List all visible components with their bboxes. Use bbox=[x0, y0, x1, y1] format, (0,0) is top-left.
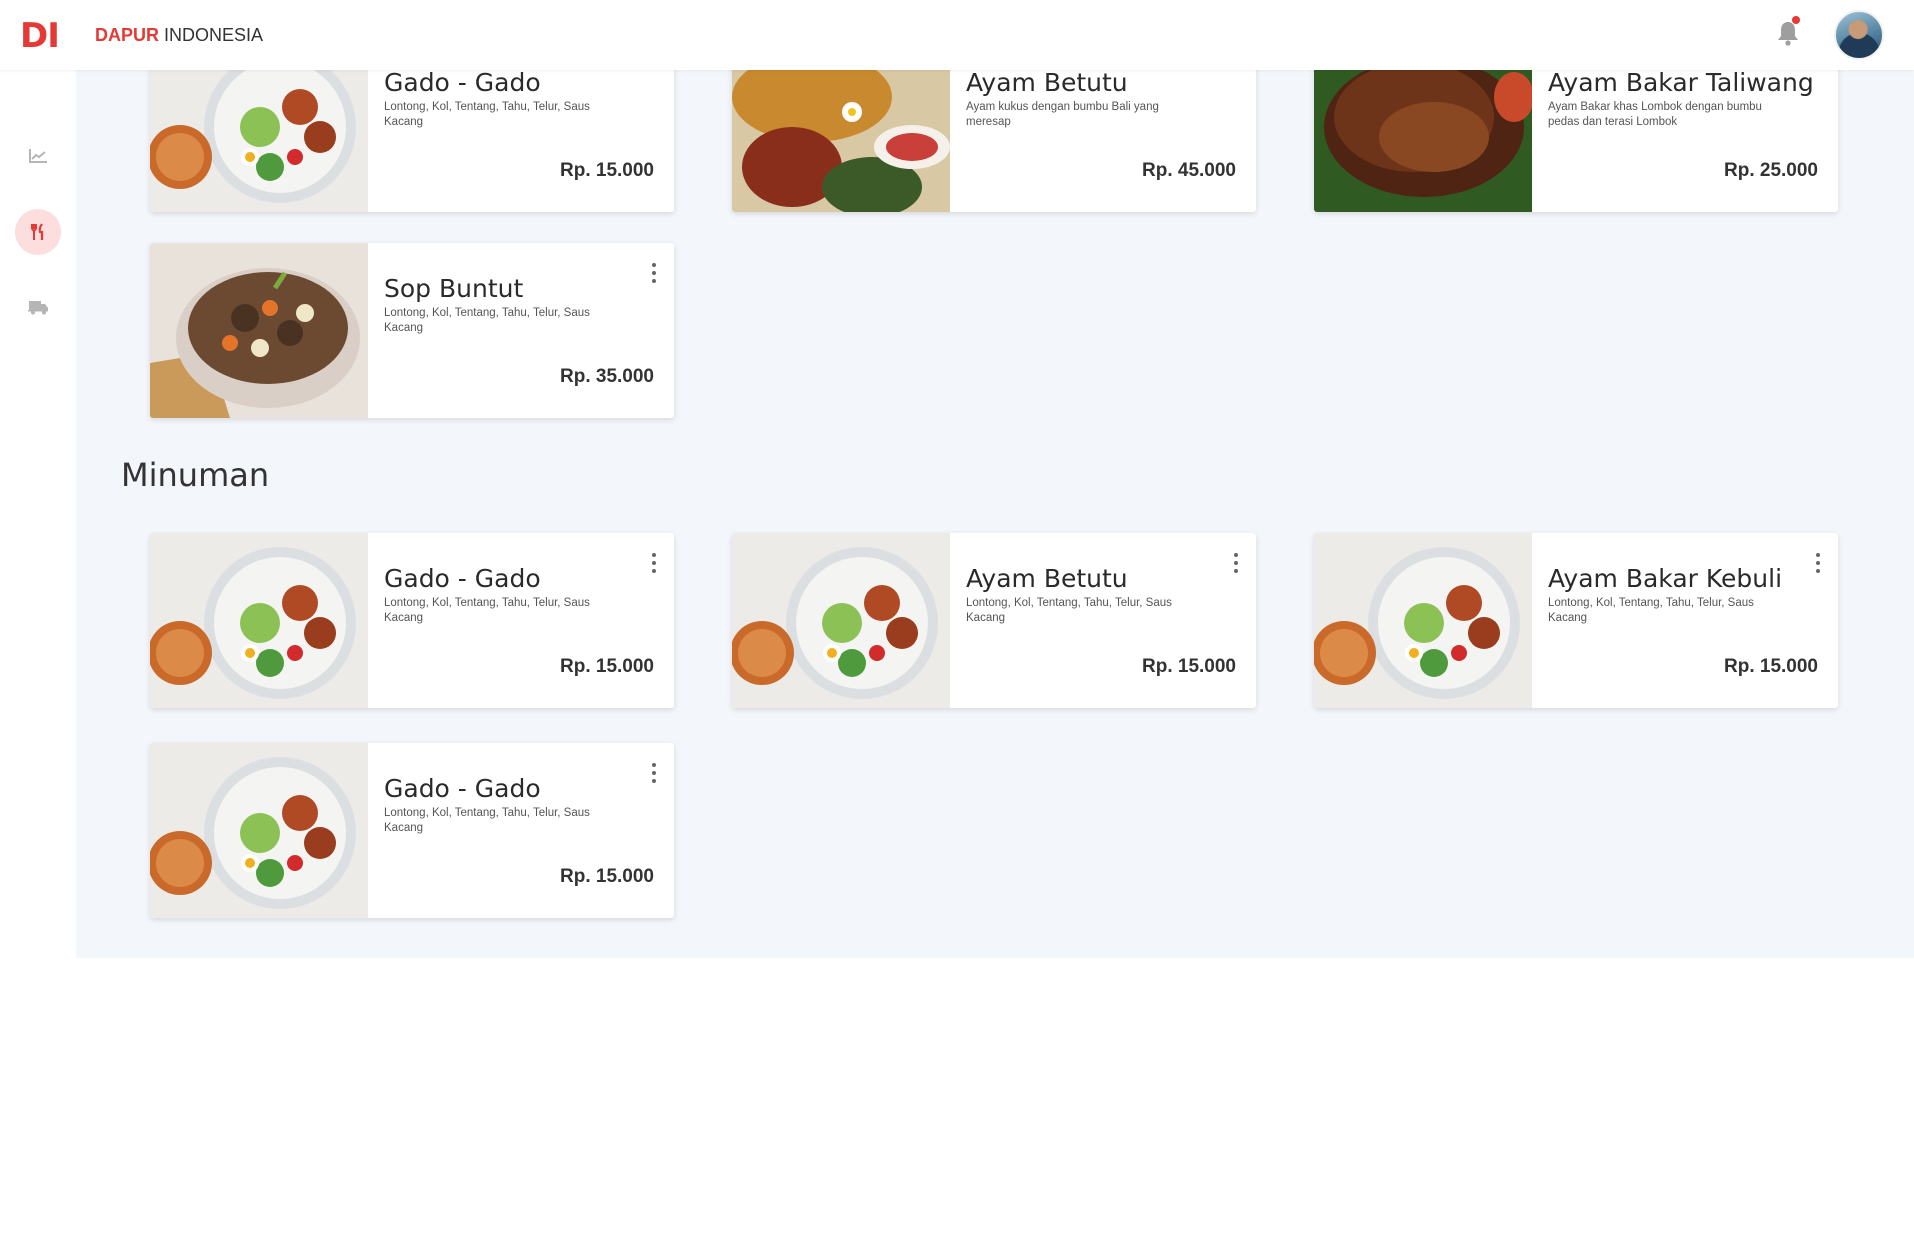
sidebar-item-analytics[interactable] bbox=[15, 133, 61, 179]
food-photo bbox=[150, 743, 368, 918]
menu-card-title: Ayam Bakar Kebuli bbox=[1548, 564, 1783, 593]
menu-card[interactable]: Ayam Bakar Kebuli Lontong, Kol, Tentang,… bbox=[1314, 533, 1838, 708]
menu-card[interactable]: Gado - Gado Lontong, Kol, Tentang, Tahu,… bbox=[150, 743, 674, 918]
menu-card-price: Rp. 45.000 bbox=[1142, 160, 1236, 181]
menu-card-price: Rp. 15.000 bbox=[1724, 656, 1818, 677]
more-vert-icon[interactable] bbox=[650, 763, 658, 783]
menu-card-description: Ayam kukus dengan bumbu Bali yang meresa… bbox=[966, 101, 1159, 128]
section-title-minuman: Minuman bbox=[121, 456, 270, 494]
more-vert-icon[interactable] bbox=[1232, 553, 1240, 573]
menu-card-price: Rp. 25.000 bbox=[1724, 160, 1818, 181]
menu-card-description: Lontong, Kol, Tentang, Tahu, Telur, Saus… bbox=[384, 807, 590, 834]
more-vert-icon[interactable] bbox=[650, 263, 658, 283]
menu-card[interactable]: Ayam Betutu Lontong, Kol, Tentang, Tahu,… bbox=[732, 533, 1256, 708]
main-content: Gado - Gado Lontong, Kol, Tentang, Tahu,… bbox=[76, 70, 1914, 958]
menu-card[interactable]: Ayam Bakar Taliwang Ayam Bakar khas Lomb… bbox=[1314, 70, 1838, 212]
sidebar bbox=[0, 70, 76, 1240]
more-vert-icon[interactable] bbox=[1814, 553, 1822, 573]
more-vert-icon[interactable] bbox=[650, 553, 658, 573]
app-logo[interactable]: DI bbox=[20, 16, 60, 56]
delivery-truck-icon bbox=[28, 301, 48, 315]
food-photo bbox=[732, 70, 950, 212]
menu-card[interactable]: Gado - Gado Lontong, Kol, Tentang, Tahu,… bbox=[150, 70, 674, 212]
fork-knife-icon bbox=[31, 223, 44, 240]
food-photo bbox=[150, 533, 368, 708]
user-avatar[interactable] bbox=[1834, 10, 1884, 60]
menu-card-description: Lontong, Kol, Tentang, Tahu, Telur, Saus… bbox=[384, 101, 590, 128]
food-photo bbox=[1314, 533, 1532, 708]
menu-card[interactable]: Ayam Betutu Ayam kukus dengan bumbu Bali… bbox=[732, 70, 1256, 212]
menu-card-title: Ayam Bakar Taliwang bbox=[1548, 70, 1814, 97]
sidebar-item-menu[interactable] bbox=[15, 209, 61, 255]
menu-card-price: Rp. 15.000 bbox=[560, 160, 654, 181]
food-photo bbox=[732, 533, 950, 708]
menu-card-title: Gado - Gado bbox=[384, 70, 541, 97]
food-photo bbox=[150, 243, 368, 418]
menu-card-price: Rp. 35.000 bbox=[560, 366, 654, 387]
menu-card[interactable]: Sop Buntut Lontong, Kol, Tentang, Tahu, … bbox=[150, 243, 674, 418]
brand-name-rest: INDONESIA bbox=[159, 25, 264, 45]
food-photo bbox=[150, 70, 368, 212]
menu-card[interactable]: Gado - Gado Lontong, Kol, Tentang, Tahu,… bbox=[150, 533, 674, 708]
menu-card-title: Sop Buntut bbox=[384, 274, 524, 303]
menu-card-title: Gado - Gado bbox=[384, 564, 541, 593]
top-bar: DI DAPUR INDONESIA bbox=[0, 0, 1914, 70]
menu-card-price: Rp. 15.000 bbox=[1142, 656, 1236, 677]
menu-card-title: Gado - Gado bbox=[384, 774, 541, 803]
sidebar-item-delivery[interactable] bbox=[15, 284, 61, 330]
chart-line-icon bbox=[29, 149, 47, 163]
menu-card-description: Lontong, Kol, Tentang, Tahu, Telur, Saus… bbox=[384, 307, 590, 334]
notification-badge bbox=[1792, 16, 1800, 24]
menu-card-description: Lontong, Kol, Tentang, Tahu, Telur, Saus… bbox=[1548, 597, 1754, 624]
menu-card-price: Rp. 15.000 bbox=[560, 656, 654, 677]
menu-card-price: Rp. 15.000 bbox=[560, 866, 654, 887]
brand-name-strong: DAPUR bbox=[95, 25, 160, 45]
food-photo bbox=[1314, 70, 1532, 212]
menu-card-title: Ayam Betutu bbox=[966, 564, 1128, 593]
menu-card-description: Lontong, Kol, Tentang, Tahu, Telur, Saus… bbox=[966, 597, 1172, 624]
menu-card-description: Ayam Bakar khas Lombok dengan bumbu peda… bbox=[1548, 101, 1762, 128]
brand-name[interactable]: DAPUR INDONESIA bbox=[95, 25, 263, 46]
menu-card-description: Lontong, Kol, Tentang, Tahu, Telur, Saus… bbox=[384, 597, 590, 624]
menu-card-title: Ayam Betutu bbox=[966, 70, 1128, 97]
